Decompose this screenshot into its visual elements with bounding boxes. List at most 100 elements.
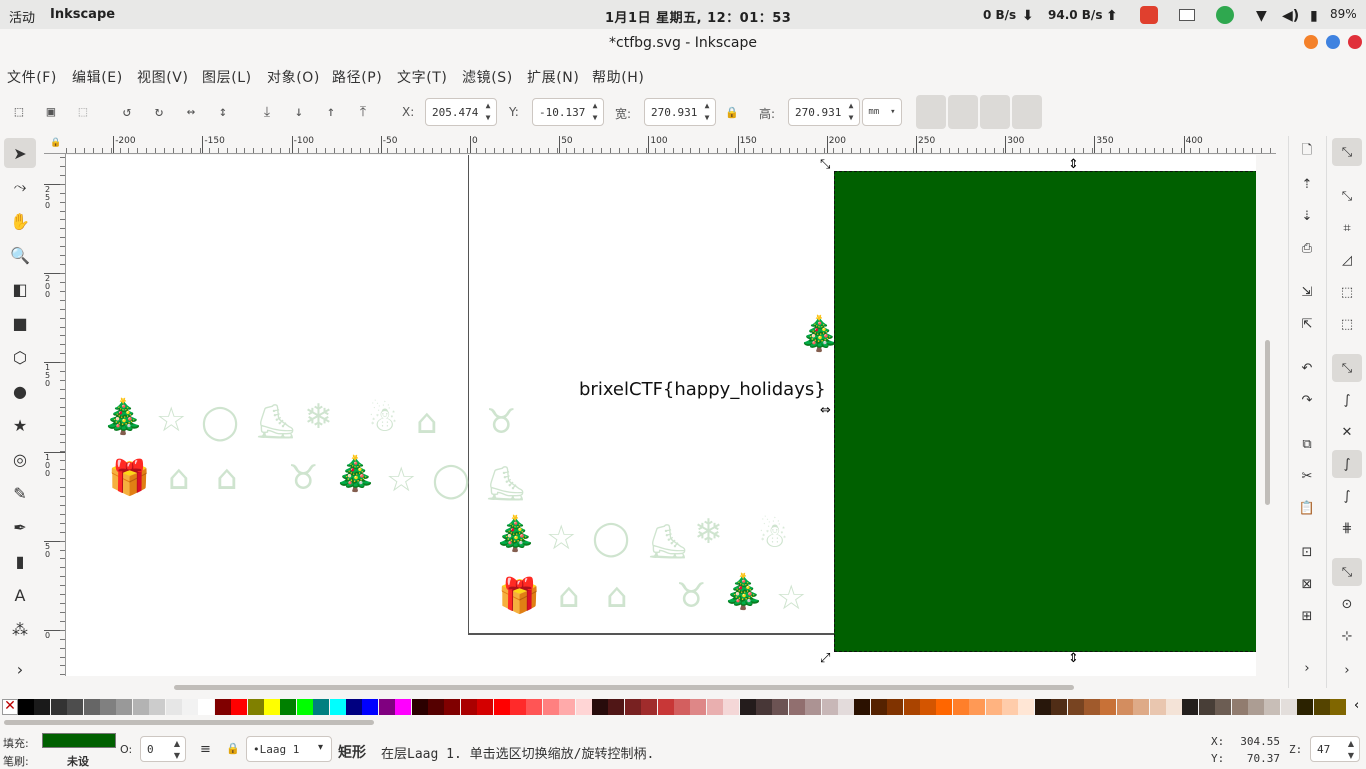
- layer-visibility-icon[interactable]: ≡: [200, 742, 211, 757]
- tweak-tool-icon[interactable]: ✋: [4, 206, 36, 236]
- snap-bbox-center-icon[interactable]: ⬚: [1332, 310, 1362, 338]
- activities-button[interactable]: 活动: [9, 7, 35, 26]
- export-icon[interactable]: ⇱: [1295, 312, 1319, 336]
- drawing-canvas[interactable]: 🎄 ☆ ◯ ⛸ ❄ ☃ ⌂ ♉ 🎁 ⌂ ⌂ ♉ 🎄 ☆ ◯ ⛸ 🎄 🎄 ☆ ◯ …: [66, 155, 1256, 676]
- lower-icon[interactable]: ↓: [288, 101, 310, 123]
- palette-swatch[interactable]: [1313, 699, 1330, 715]
- palette-swatch[interactable]: [1264, 699, 1281, 715]
- no-paint-swatch[interactable]: ✕: [2, 699, 18, 715]
- snap-bbox-midpoint-icon[interactable]: ⬚: [1332, 278, 1362, 306]
- minimize-button[interactable]: [1304, 35, 1318, 49]
- snap-path-intersection-icon[interactable]: ✕: [1332, 418, 1362, 446]
- opacity-spinbox[interactable]: ▲▼: [140, 736, 186, 762]
- snap-cusp-nodes-icon[interactable]: ∫: [1332, 450, 1362, 478]
- opacity-spin-arrows[interactable]: ▲ ▼: [171, 738, 183, 762]
- palette-swatch[interactable]: [1116, 699, 1133, 715]
- volume-icon[interactable]: ◀): [1282, 8, 1299, 24]
- battery-icon[interactable]: ▮: [1310, 8, 1318, 24]
- y-spinbox[interactable]: ▲▼: [532, 98, 604, 126]
- palette-swatch[interactable]: [887, 699, 904, 715]
- palette-swatch[interactable]: [313, 699, 330, 715]
- palette-swatch[interactable]: [575, 699, 592, 715]
- app-menu[interactable]: Inkscape: [50, 7, 115, 22]
- more-snap-chevron-icon[interactable]: ›: [1332, 656, 1362, 684]
- width-spinbox[interactable]: ▲▼: [644, 98, 716, 126]
- palette-swatch[interactable]: [460, 699, 477, 715]
- print-icon[interactable]: ⎙: [1295, 236, 1319, 260]
- vertical-scrollbar[interactable]: [1265, 340, 1270, 505]
- cut-icon[interactable]: ✂: [1295, 464, 1319, 488]
- clock[interactable]: 1月1日 星期五, 12：01：53: [605, 7, 791, 26]
- palette-swatch[interactable]: [1067, 699, 1084, 715]
- palette-swatch[interactable]: [1149, 699, 1166, 715]
- menu-object[interactable]: 对象(O): [267, 67, 320, 87]
- palette-swatch[interactable]: [247, 699, 264, 715]
- palette-swatch[interactable]: [378, 699, 395, 715]
- scale-corners-toggle[interactable]: [948, 95, 978, 129]
- unit-select[interactable]: mm ▾: [862, 98, 902, 126]
- layer-lock-icon[interactable]: 🔒: [226, 742, 240, 755]
- palette-swatch[interactable]: [608, 699, 625, 715]
- palette-swatch[interactable]: [559, 699, 576, 715]
- menu-filters[interactable]: 滤镜(S): [462, 67, 513, 87]
- import-icon[interactable]: ⇲: [1295, 280, 1319, 304]
- select-all-layers-icon[interactable]: ▣: [40, 101, 62, 123]
- flip-vertical-icon[interactable]: ↕: [212, 101, 234, 123]
- text-tool-icon[interactable]: A: [4, 580, 36, 610]
- palette-swatch[interactable]: [805, 699, 822, 715]
- palette-swatch[interactable]: [362, 699, 379, 715]
- raise-icon[interactable]: ↑: [320, 101, 342, 123]
- transform-gradients-toggle[interactable]: [980, 95, 1010, 129]
- maximize-button[interactable]: [1326, 35, 1340, 49]
- zoom-page-icon[interactable]: ⊞: [1295, 604, 1319, 628]
- menu-edit[interactable]: 编辑(E): [72, 67, 123, 87]
- close-button[interactable]: [1348, 35, 1362, 49]
- spray-tool-icon[interactable]: ⁂: [4, 614, 36, 644]
- palette-swatch[interactable]: [510, 699, 526, 715]
- palette-swatch[interactable]: [132, 699, 149, 715]
- palette-swatch[interactable]: [100, 699, 116, 715]
- palette-swatch[interactable]: [1002, 699, 1018, 715]
- more-commands-chevron-icon[interactable]: ›: [1295, 656, 1319, 680]
- y-spin-arrows[interactable]: ▲ ▼: [589, 100, 601, 124]
- palette-swatch[interactable]: [624, 699, 641, 715]
- palette-swatch[interactable]: [1051, 699, 1068, 715]
- zoom-spin-arrows[interactable]: ▲ ▼: [1345, 738, 1357, 762]
- palette-swatch[interactable]: [1133, 699, 1150, 715]
- palette-swatch[interactable]: [198, 699, 215, 715]
- zoom-drawing-icon[interactable]: ⊠: [1295, 572, 1319, 596]
- snap-enable-icon[interactable]: ⤡: [1332, 138, 1362, 166]
- palette-swatch[interactable]: [1166, 699, 1182, 715]
- netease-music-icon[interactable]: [1140, 6, 1158, 24]
- snap-paths-icon[interactable]: ∫: [1332, 386, 1362, 414]
- palette-swatch[interactable]: [493, 699, 510, 715]
- palette-swatch[interactable]: [395, 699, 412, 715]
- palette-swatch[interactable]: [936, 699, 953, 715]
- palette-swatch[interactable]: [706, 699, 723, 715]
- copy-icon[interactable]: ⧉: [1295, 432, 1319, 456]
- rotate-ccw-icon[interactable]: ↺: [116, 101, 138, 123]
- stroke-value[interactable]: 未设: [67, 753, 89, 769]
- palette-swatch[interactable]: [346, 699, 362, 715]
- deselect-icon[interactable]: ⬚: [72, 101, 94, 123]
- palette-swatch[interactable]: [182, 699, 198, 715]
- zoom-tool-icon[interactable]: 🔍: [4, 240, 36, 270]
- calligraphy-tool-icon[interactable]: ▮: [4, 546, 36, 576]
- palette-swatch[interactable]: [854, 699, 871, 715]
- palette-swatch[interactable]: [690, 699, 707, 715]
- palette-swatch[interactable]: [34, 699, 51, 715]
- palette-swatch[interactable]: [1248, 699, 1264, 715]
- palette-swatch[interactable]: [739, 699, 756, 715]
- palette-swatch[interactable]: [674, 699, 690, 715]
- resize-handle-top[interactable]: ⇕: [1068, 157, 1079, 172]
- open-document-icon[interactable]: ⇡: [1295, 172, 1319, 196]
- wechat-icon[interactable]: [1216, 6, 1234, 24]
- rectangle-tool-icon[interactable]: ■: [4, 308, 36, 338]
- 3d-box-tool-icon[interactable]: ⬡: [4, 342, 36, 372]
- resize-handle-top-left[interactable]: ⤡: [820, 157, 830, 172]
- palette-scrollbar[interactable]: [4, 720, 374, 725]
- lower-to-bottom-icon[interactable]: ⤓: [256, 101, 278, 123]
- resize-handle-bottom[interactable]: ⇕: [1068, 651, 1079, 666]
- x-spinbox[interactable]: ▲▼: [425, 98, 497, 126]
- new-document-icon[interactable]: 🗋: [1295, 140, 1319, 164]
